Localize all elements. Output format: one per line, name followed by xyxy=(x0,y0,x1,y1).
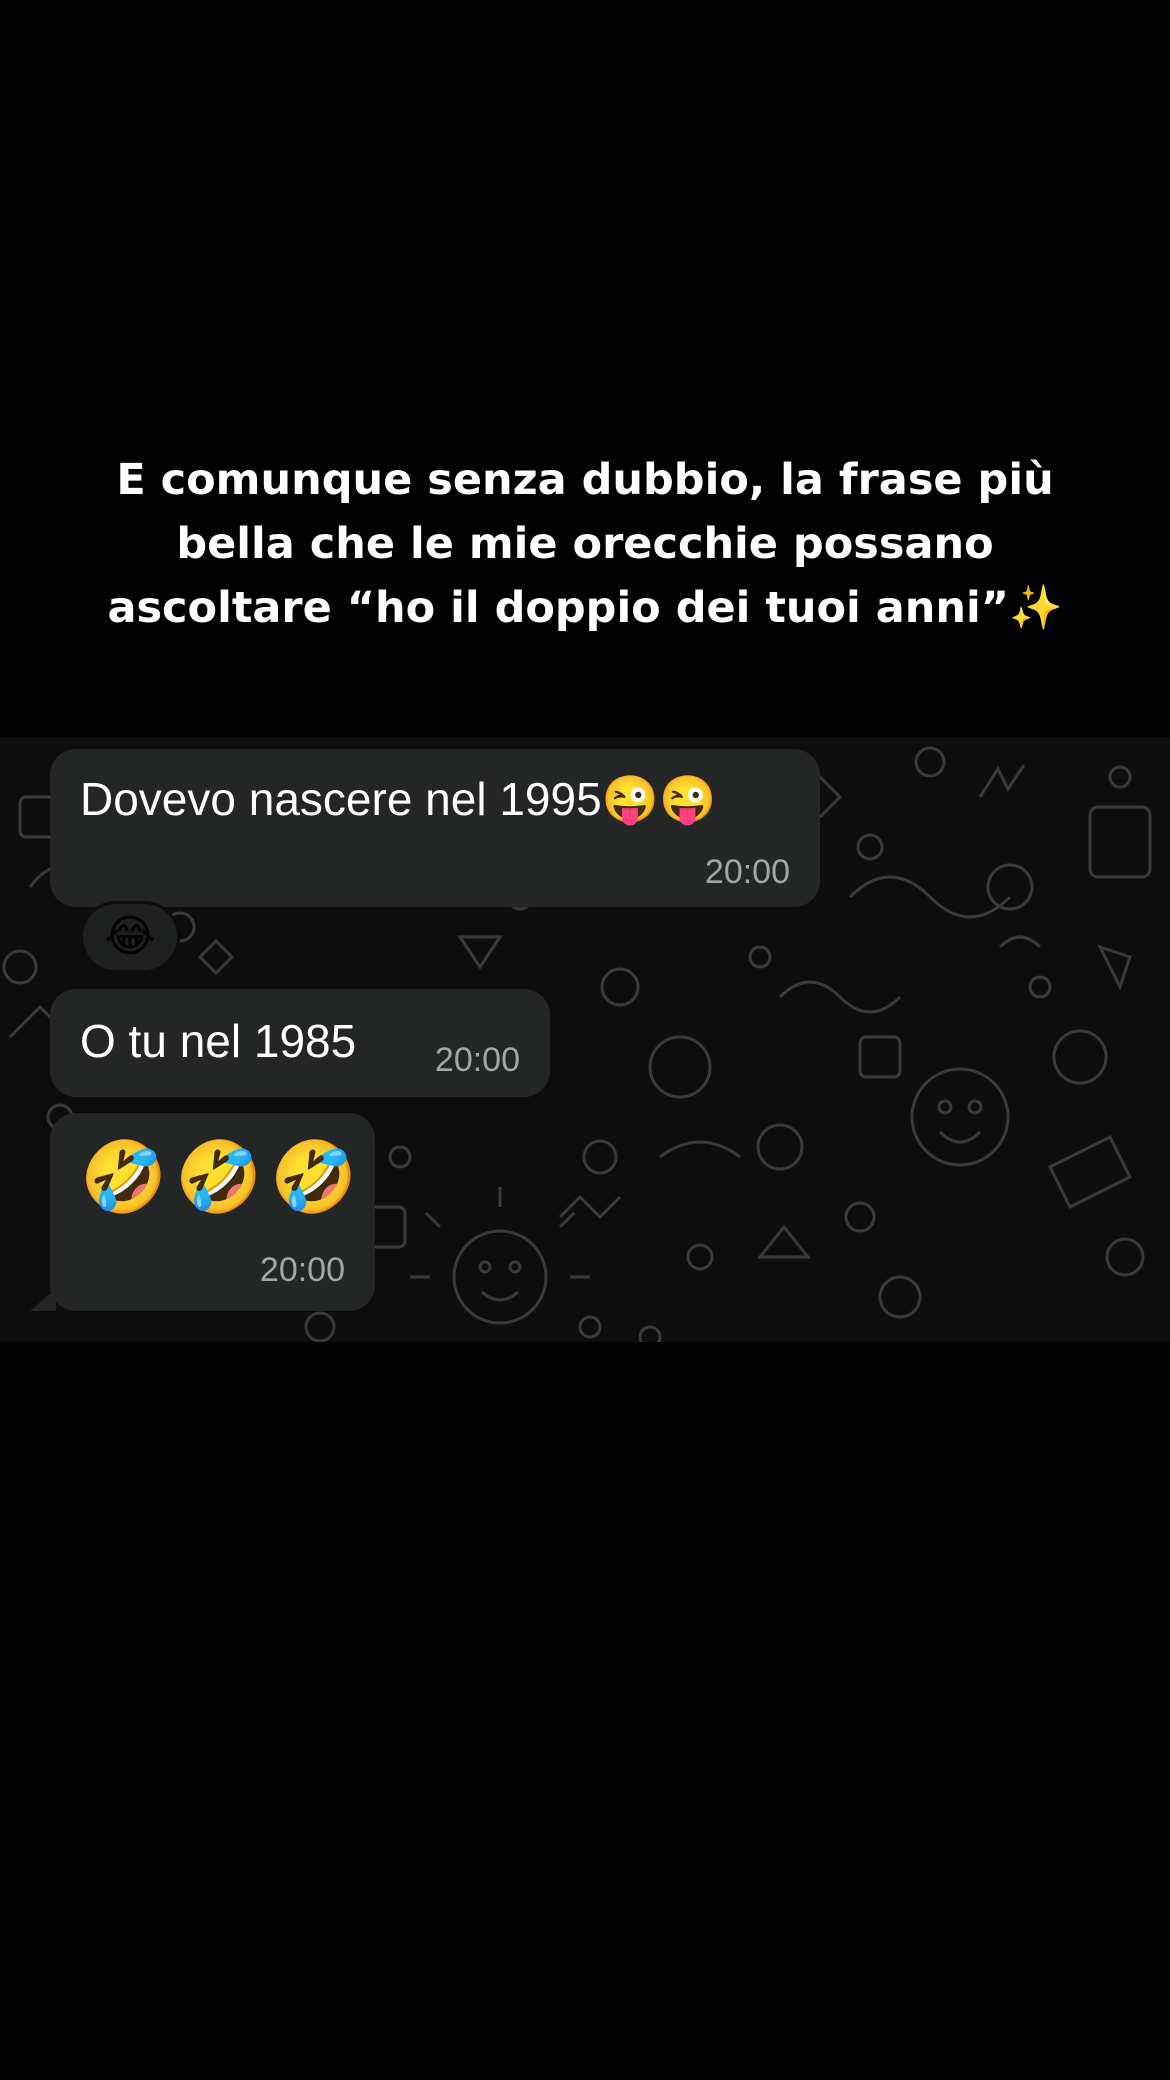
caption-text: E comunque senza dubbio, la frase più be… xyxy=(107,455,1063,633)
message-bubble-1[interactable]: Dovevo nascere nel 1995😜😜 20:00 xyxy=(50,749,820,907)
reaction-badge[interactable]: 😂 xyxy=(80,901,180,973)
message-timestamp: 20:00 xyxy=(704,853,790,891)
message-timestamp: 20:00 xyxy=(434,1041,520,1079)
message-timestamp: 20:00 xyxy=(259,1251,345,1289)
message-text: O tu nel 1985 xyxy=(80,1015,357,1067)
message-bubble-2[interactable]: O tu nel 1985 20:00 xyxy=(50,989,550,1097)
chat-area[interactable]: Dovevo nascere nel 1995😜😜 20:00 😂 O tu n… xyxy=(0,737,1170,1342)
message-text: Dovevo nascere nel 1995😜😜 xyxy=(80,773,717,825)
bubble-tail xyxy=(30,1289,56,1311)
message-emoji: 🤣🤣🤣 xyxy=(80,1138,366,1216)
message-bubble-3[interactable]: 🤣🤣🤣 20:00 xyxy=(50,1113,375,1311)
